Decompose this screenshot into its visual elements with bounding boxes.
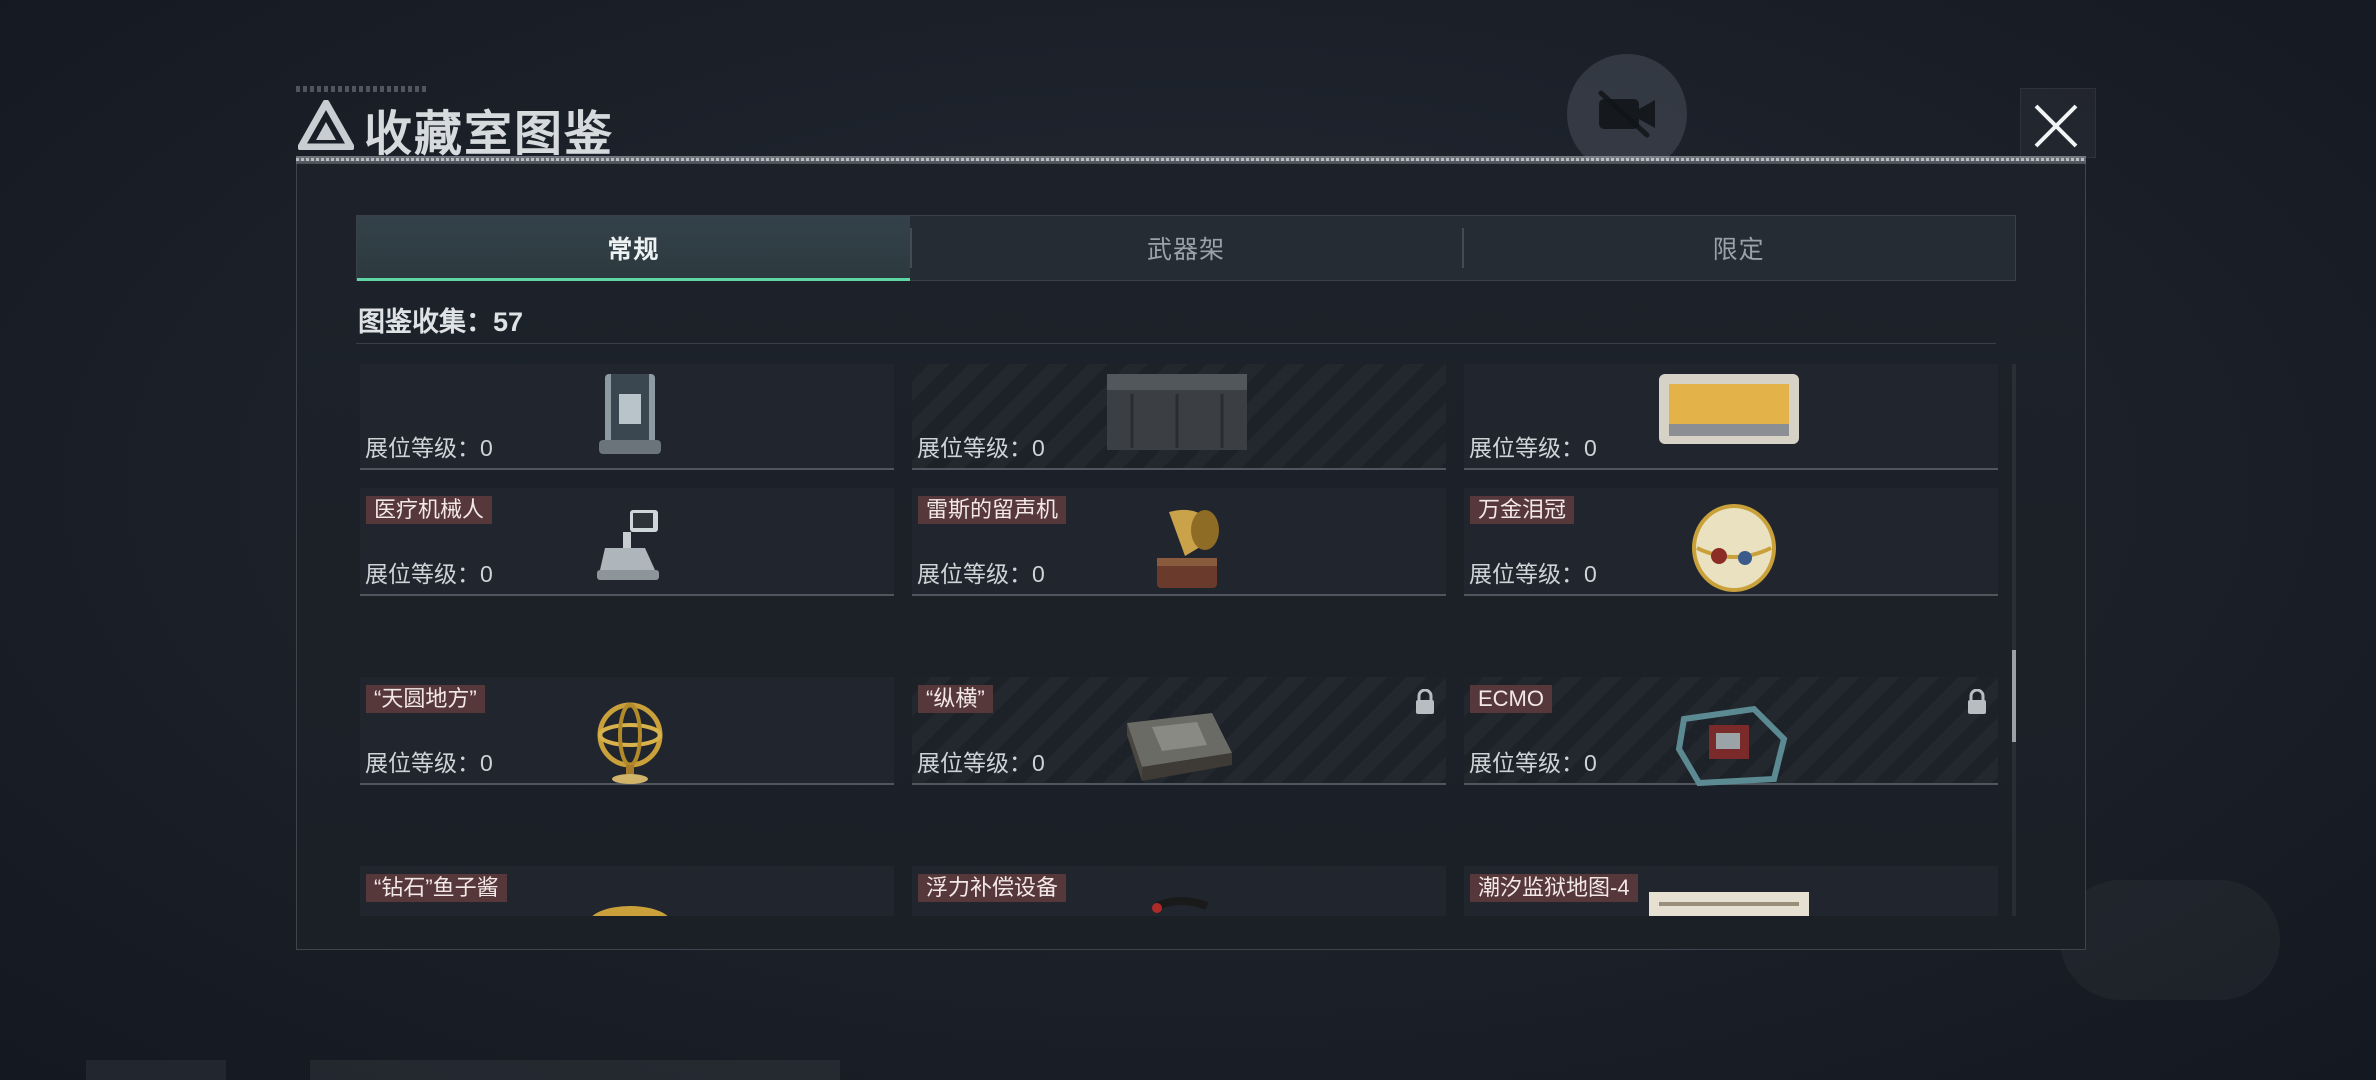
card-name: ECMO [1470,685,1552,713]
card-level: 展位等级：0 [1469,435,1597,461]
collection-card[interactable]: “天圆地方” 展位等级：0 [360,677,894,785]
chess-board-icon [1127,713,1232,781]
jeweled-egg-icon [1692,504,1776,592]
ecmo-machine-icon [1675,705,1788,787]
tab-limited[interactable]: 限定 [1462,216,2015,280]
card-name: 万金泪冠 [1470,496,1575,524]
collection-card[interactable]: 医疗机械人 展位等级：0 [360,488,894,596]
title-decoration [296,86,426,92]
buoyancy-device-icon [1152,897,1209,913]
collection-grid[interactable]: 展位等级：0 展位等级：0 展位等级：0 医疗机械人 展位等级：0 雷斯的留声机… [360,364,2000,916]
scrollbar-thumb[interactable] [2012,650,2016,742]
card-level: 展位等级：0 [1469,561,1597,587]
card-level: 展位等级：0 [917,561,1045,587]
caviar-tin-icon [592,906,668,916]
card-level: 展位等级：0 [365,561,493,587]
collection-card[interactable]: ECMO 展位等级：0 [1464,677,1998,787]
lock-icon [1968,689,1986,714]
armillary-sphere-icon [597,702,663,784]
card-name: “天圆地方” [366,685,485,713]
card-name: “钻石”鱼子酱 [366,874,507,902]
card-level: 展位等级：0 [917,750,1045,776]
card-name: 潮汐监狱地图-4 [1470,874,1638,902]
divider [356,343,1996,344]
card-level: 展位等级：0 [365,435,493,461]
panel-top-border-dots [296,158,2086,161]
card-level: 展位等级：0 [365,750,493,776]
collection-card[interactable]: “纵横” 展位等级：0 [912,677,1446,785]
card-level: 展位等级：0 [917,435,1045,461]
logo-icon [298,100,354,150]
collection-card[interactable]: 雷斯的留声机 展位等级：0 [912,488,1446,596]
background-bottom-bar [86,1060,226,1080]
card-name: 医疗机械人 [366,496,493,524]
collection-card[interactable]: 浮力补偿设备 [912,866,1446,916]
close-button[interactable] [2014,94,2098,158]
camera-off-icon [1598,90,1655,138]
prison-map-icon [1649,892,1809,916]
collection-card[interactable]: 展位等级：0 [360,364,894,470]
collection-card[interactable]: 万金泪冠 展位等级：0 [1464,488,1998,596]
tab-regular[interactable]: 常规 [357,216,910,281]
collection-card[interactable]: 潮汐监狱地图-4 [1464,866,1998,916]
close-icon [2034,104,2078,148]
tab-bar: 常规 武器架 限定 [356,215,2016,281]
collection-card[interactable]: “钻石”鱼子酱 [360,866,894,916]
cryo-tube-icon [599,374,661,454]
collection-card[interactable]: 展位等级：0 [912,364,1446,470]
server-case-icon [1107,374,1247,450]
background-blur [2060,880,2280,1000]
card-level: 展位等级：0 [1469,750,1597,776]
gramophone-icon [1157,509,1219,588]
card-name: 雷斯的留声机 [918,496,1067,524]
medical-robot-icon [597,510,659,580]
lock-icon [1416,689,1434,714]
collection-count: 图鉴收集：57 [358,307,524,337]
collection-card[interactable]: 展位等级：0 [1464,364,1998,470]
tab-weapon-rack[interactable]: 武器架 [909,216,1463,280]
page-title: 收藏室图鉴 [364,108,615,161]
card-name: “纵横” [918,685,993,713]
scrollbar-track[interactable] [2012,364,2016,916]
background-bottom-bar [310,1060,840,1080]
card-name: 浮力补偿设备 [918,874,1067,902]
battery-pack-icon [1659,374,1799,444]
